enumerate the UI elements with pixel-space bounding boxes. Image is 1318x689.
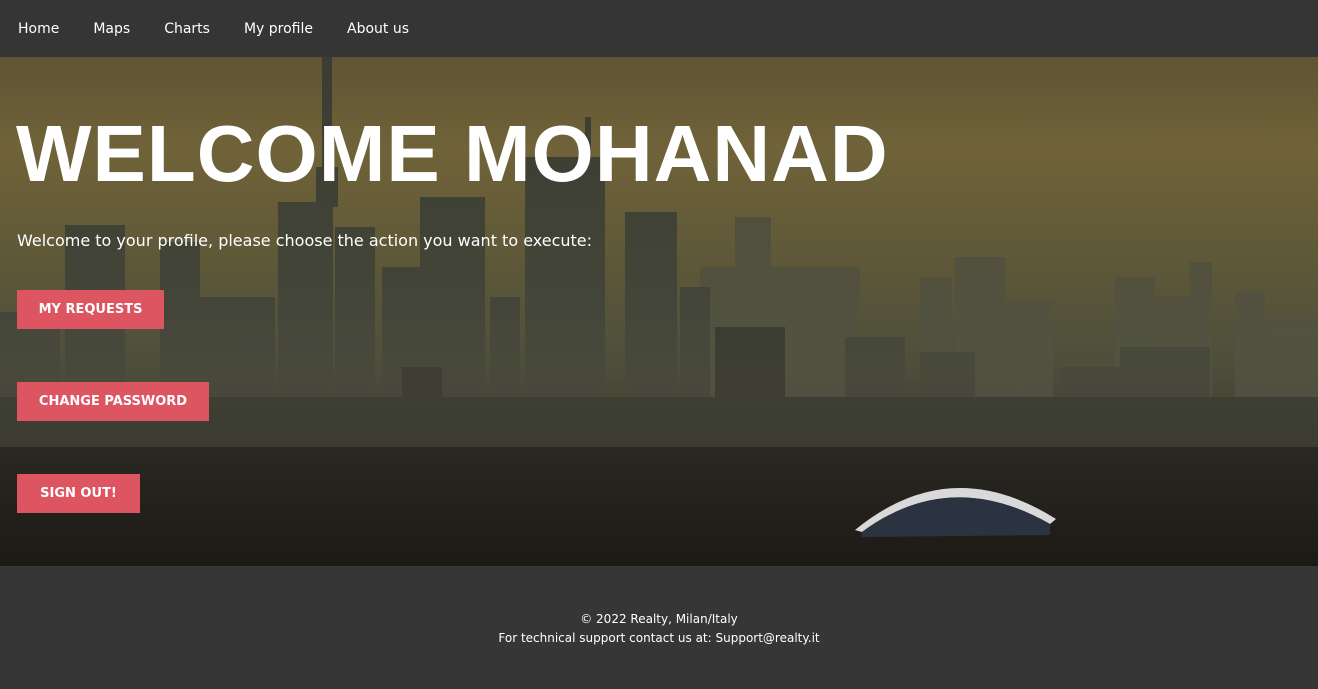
sign-out-button[interactable]: SIGN OUT!: [17, 474, 140, 513]
hero-section: WELCOME MOHANAD Welcome to your profile,…: [0, 57, 1318, 566]
top-navbar: Home Maps Charts My profile About us: [0, 0, 1318, 57]
nav-about-us[interactable]: About us: [347, 21, 409, 37]
footer-support: For technical support contact us at: Sup…: [498, 631, 820, 645]
nav-home[interactable]: Home: [18, 21, 59, 37]
nav-my-profile[interactable]: My profile: [244, 21, 313, 37]
footer-copyright: © 2022 Realty, Milan/Italy: [580, 612, 738, 626]
change-password-button[interactable]: CHANGE PASSWORD: [17, 382, 209, 421]
page-footer: © 2022 Realty, Milan/Italy For technical…: [0, 566, 1318, 689]
nav-maps[interactable]: Maps: [93, 21, 130, 37]
welcome-heading: WELCOME MOHANAD: [16, 109, 889, 198]
welcome-subtitle: Welcome to your profile, please choose t…: [17, 231, 593, 250]
nav-charts[interactable]: Charts: [164, 21, 210, 37]
my-requests-button[interactable]: MY REQUESTS: [17, 290, 164, 329]
